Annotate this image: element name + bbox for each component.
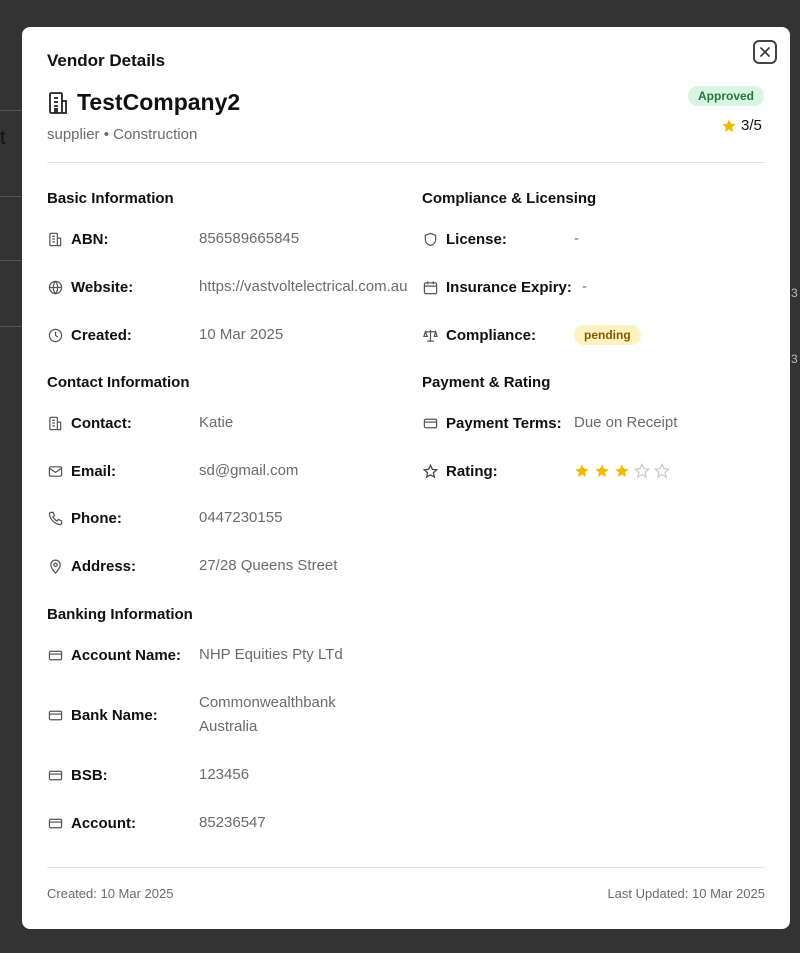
background-divider [0, 326, 24, 327]
background-digit: 3 [791, 352, 798, 366]
header-divider [47, 162, 765, 163]
field-email: Email: [47, 459, 116, 483]
field-address: Address: [47, 554, 136, 578]
building-icon [47, 231, 63, 247]
rating-summary: 3/5 [721, 117, 762, 134]
field-bank-name: Bank Name: [47, 703, 158, 727]
section-title-payment: Payment & Rating [422, 374, 551, 391]
section-title-basic: Basic Information [47, 190, 174, 207]
footer-divider [47, 867, 765, 868]
email-value[interactable]: sd@gmail.com [199, 462, 298, 479]
company-name: TestCompany2 [77, 89, 241, 115]
field-label: Bank Name: [71, 706, 158, 724]
compliance-status-badge: pending [574, 325, 641, 345]
background-text-fragment: t [0, 127, 6, 149]
shield-icon [422, 231, 438, 247]
field-website: Website: [47, 275, 133, 299]
account-name-value: NHP Equities Pty LTd [199, 646, 343, 663]
credit-card-icon [47, 767, 63, 783]
field-label: Payment Terms: [446, 414, 562, 432]
field-abn: ABN: [47, 227, 109, 251]
insurance-expiry-value: - [582, 278, 587, 295]
modal-title: Vendor Details [47, 51, 166, 70]
field-created: Created: [47, 323, 132, 347]
section-title-banking: Banking Information [47, 606, 193, 623]
vendor-details-modal: Vendor Details TestCompany2 supplier • C… [22, 27, 790, 929]
section-title-compliance: Compliance & Licensing [422, 190, 597, 207]
field-label: License: [446, 230, 507, 248]
star-filled-icon [614, 463, 630, 479]
company-header: TestCompany2 [47, 89, 240, 116]
star-outline-icon [422, 463, 438, 479]
star-icon [721, 118, 737, 134]
footer-created: Created: 10 Mar 2025 [47, 886, 174, 901]
field-bsb: BSB: [47, 763, 108, 787]
phone-icon [47, 510, 63, 526]
credit-card-icon [47, 815, 63, 831]
account-value: 85236547 [199, 814, 266, 831]
footer-updated: Last Updated: 10 Mar 2025 [607, 886, 765, 901]
field-label: Account: [71, 814, 136, 832]
credit-card-icon [47, 647, 63, 663]
map-pin-icon [47, 558, 63, 574]
field-label: Account Name: [71, 646, 182, 664]
address-value: 27/28 Queens Street [199, 557, 338, 574]
field-label: Email: [71, 462, 117, 480]
bsb-value: 123456 [199, 766, 250, 783]
field-label: Compliance: [446, 326, 537, 344]
field-label: Created: [71, 326, 132, 344]
clock-icon [47, 327, 63, 343]
field-label: Phone: [71, 509, 122, 527]
rating-stars [574, 463, 670, 479]
company-subtitle: supplier • Construction [47, 126, 198, 143]
created-value: 10 Mar 2025 [199, 326, 284, 343]
field-label: Address: [71, 557, 137, 575]
building-icon [47, 415, 63, 431]
field-payment-terms: Payment Terms: [422, 411, 562, 435]
website-link[interactable]: https://vastvoltelectrical.com.au [199, 278, 420, 295]
calendar-icon [422, 279, 438, 295]
globe-icon [47, 279, 63, 295]
field-label: Rating: [446, 462, 498, 480]
field-account: Account: [47, 811, 136, 835]
building-icon [47, 91, 69, 115]
background-digit: 3 [791, 286, 798, 300]
field-insurance-expiry: Insurance Expiry: [422, 275, 572, 299]
contact-value: Katie [199, 414, 234, 431]
field-label: Insurance Expiry: [446, 278, 572, 296]
rating-summary-text: 3/5 [741, 117, 762, 134]
close-icon [759, 46, 771, 58]
star-empty-icon [654, 463, 670, 479]
field-compliance: Compliance: [422, 323, 536, 347]
field-contact: Contact: [47, 411, 132, 435]
section-title-contact: Contact Information [47, 374, 190, 391]
status-badge: Approved [688, 86, 765, 106]
license-value: - [574, 230, 579, 247]
background-divider [0, 260, 24, 261]
field-phone: Phone: [47, 506, 122, 530]
star-filled-icon [574, 463, 590, 479]
payment-terms-value: Due on Receipt [574, 414, 678, 431]
field-label: Contact: [71, 414, 132, 432]
abn-value: 856589665845 [199, 230, 300, 247]
field-label: BSB: [71, 766, 108, 784]
close-button[interactable] [753, 40, 777, 64]
field-label: ABN: [71, 230, 109, 248]
mail-icon [47, 463, 63, 479]
phone-value: 0447230155 [199, 509, 283, 526]
credit-card-icon [47, 707, 63, 723]
background-divider [0, 110, 24, 111]
credit-card-icon [422, 415, 438, 431]
star-filled-icon [594, 463, 610, 479]
bank-name-value: Commonwealthbank Australia [199, 694, 336, 735]
field-rating: Rating: [422, 459, 498, 483]
field-label: Website: [71, 278, 134, 296]
background-divider [0, 196, 24, 197]
field-license: License: [422, 227, 507, 251]
star-empty-icon [634, 463, 650, 479]
scale-icon [422, 327, 438, 343]
field-account-name: Account Name: [47, 643, 181, 667]
